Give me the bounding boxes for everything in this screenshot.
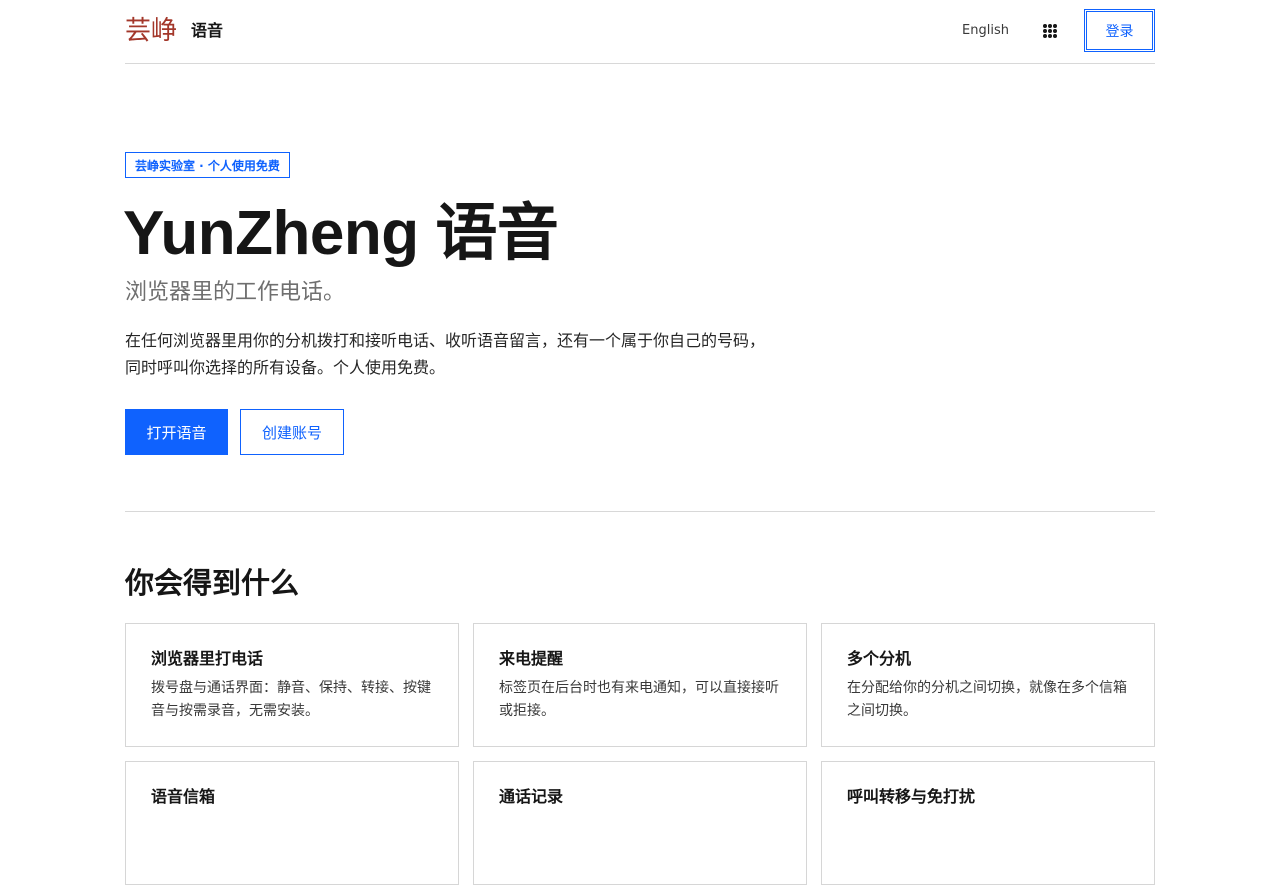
create-account-button[interactable]: 创建账号 bbox=[240, 409, 344, 455]
open-voice-button[interactable]: 打开语音 bbox=[125, 409, 228, 455]
feature-card-title: 通话记录 bbox=[499, 787, 564, 806]
feature-card: 通话记录 bbox=[473, 761, 807, 885]
feature-card: 多个分机 在分配给你的分机之间切换，就像在多个信箱之间切换。 bbox=[821, 623, 1155, 747]
feature-card: 来电提醒 标签页在后台时也有来电通知，可以直接接听或拒接。 bbox=[473, 623, 807, 747]
feature-card-title: 语音信箱 bbox=[151, 787, 216, 806]
product-name[interactable]: 语音 bbox=[191, 12, 223, 50]
feature-card-body: 在分配给你的分机之间切换，就像在多个信箱之间切换。 bbox=[847, 680, 1127, 719]
feature-card: 浏览器里打电话 拨号盘与通话界面：静音、保持、转接、按键音与按需录音，无需安装。 bbox=[125, 623, 459, 747]
language-switch-link[interactable]: English bbox=[962, 23, 1009, 38]
brand[interactable]: 芸峥 语音 bbox=[125, 12, 223, 50]
features-heading: 你会得到什么 bbox=[125, 566, 300, 600]
page-title: YunZheng 语音 bbox=[123, 199, 559, 268]
feature-card-title: 浏览器里打电话 bbox=[151, 649, 264, 668]
feature-card-body: 标签页在后台时也有来电通知，可以直接接听或拒接。 bbox=[499, 680, 779, 719]
feature-card: 呼叫转移与免打扰 bbox=[821, 761, 1155, 885]
brand-logo[interactable]: 芸峥 bbox=[125, 12, 177, 50]
hero-tag-badge: 芸峥实验室 · 个人使用免费 bbox=[125, 152, 290, 178]
feature-card-body: 拨号盘与通话界面：静音、保持、转接、按键音与按需录音，无需安装。 bbox=[151, 680, 431, 719]
feature-card-title: 呼叫转移与免打扰 bbox=[847, 787, 976, 806]
feature-card-title: 多个分机 bbox=[847, 649, 912, 668]
section-divider bbox=[125, 511, 1155, 512]
feature-card-title: 来电提醒 bbox=[499, 649, 564, 668]
hero-description: 在任何浏览器里用你的分机拨打和接听电话、收听语音留言，还有一个属于你自己的号码，… bbox=[125, 331, 766, 377]
login-button[interactable]: 登录 bbox=[1084, 9, 1155, 52]
hero-subtitle: 浏览器里的工作电话。 bbox=[125, 280, 346, 305]
apps-grid-icon[interactable] bbox=[1043, 24, 1057, 38]
top-header: 芸峥 语音 English 登录 bbox=[125, 0, 1155, 64]
feature-card: 语音信箱 bbox=[125, 761, 459, 885]
